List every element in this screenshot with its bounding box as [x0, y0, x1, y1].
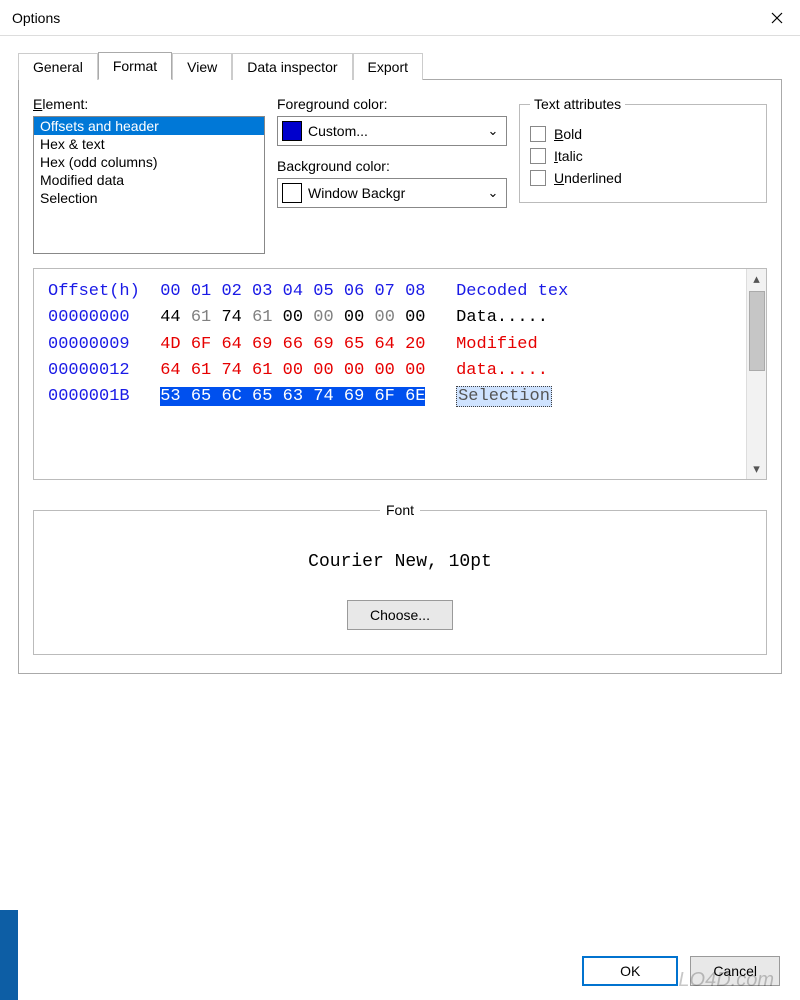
attributes-column: Text attributes Bold Italic Underlined	[519, 96, 767, 203]
checkbox-box	[530, 148, 546, 164]
element-listbox[interactable]: Offsets and header Hex & text Hex (odd c…	[33, 116, 265, 254]
scroll-down-arrow-icon[interactable]: ▾	[748, 459, 766, 479]
foreground-color-combo[interactable]: Custom... ⌄	[277, 116, 507, 146]
top-row: Element: Offsets and header Hex & text H…	[33, 96, 767, 254]
chevron-down-icon: ⌄	[484, 123, 502, 139]
font-group: Font Courier New, 10pt Choose...	[33, 502, 767, 655]
scroll-up-arrow-icon[interactable]: ▴	[748, 269, 766, 289]
tab-format[interactable]: Format	[98, 52, 172, 80]
tab-data-inspector[interactable]: Data inspector	[232, 53, 352, 80]
preview-scrollbar[interactable]: ▴ ▾	[746, 269, 766, 479]
font-sample: Courier New, 10pt	[44, 552, 756, 572]
scroll-thumb[interactable]	[749, 291, 765, 371]
close-button[interactable]	[754, 0, 800, 36]
dialog-content: General Format View Data inspector Expor…	[0, 36, 800, 674]
italic-label: Italic	[554, 148, 583, 164]
format-panel: Element: Offsets and header Hex & text H…	[18, 80, 782, 674]
tab-view[interactable]: View	[172, 53, 232, 80]
background-swatch	[282, 183, 302, 203]
choose-font-button[interactable]: Choose...	[347, 600, 453, 630]
checkbox-box	[530, 126, 546, 142]
underlined-label: Underlined	[554, 170, 622, 186]
tab-general[interactable]: General	[18, 53, 98, 80]
foreground-label: Foreground color:	[277, 96, 507, 112]
element-label: Element:	[33, 96, 265, 112]
preview-box: Offset(h) 00 01 02 03 04 05 06 07 08 Dec…	[33, 268, 767, 480]
checkbox-box	[530, 170, 546, 186]
italic-checkbox[interactable]: Italic	[530, 148, 756, 164]
tab-strip: General Format View Data inspector Expor…	[18, 50, 782, 80]
bold-label: Bold	[554, 126, 582, 142]
close-icon	[771, 12, 783, 24]
titlebar: Options	[0, 0, 800, 36]
list-item[interactable]: Selection	[34, 189, 264, 207]
dialog-buttons: OK Cancel	[582, 956, 780, 986]
list-item[interactable]: Offsets and header	[34, 117, 264, 135]
list-item[interactable]: Hex & text	[34, 135, 264, 153]
underlined-checkbox[interactable]: Underlined	[530, 170, 756, 186]
list-item[interactable]: Modified data	[34, 171, 264, 189]
foreground-swatch	[282, 121, 302, 141]
scroll-up-area[interactable]: ▴	[748, 269, 766, 371]
font-legend: Font	[380, 502, 420, 518]
foreground-value: Custom...	[308, 123, 478, 139]
hex-preview: Offset(h) 00 01 02 03 04 05 06 07 08 Dec…	[34, 269, 746, 479]
background-strip	[0, 910, 18, 1000]
tab-export[interactable]: Export	[353, 53, 423, 80]
background-label: Background color:	[277, 158, 507, 174]
ok-button[interactable]: OK	[582, 956, 678, 986]
background-value: Window Backgr	[308, 185, 478, 201]
chevron-down-icon: ⌄	[484, 185, 502, 201]
window-title: Options	[12, 10, 60, 26]
options-dialog: Options General Format View Data inspect…	[0, 0, 800, 1000]
attributes-legend: Text attributes	[530, 96, 625, 112]
text-attributes-group: Text attributes Bold Italic Underlined	[519, 96, 767, 203]
cancel-button[interactable]: Cancel	[690, 956, 780, 986]
bold-checkbox[interactable]: Bold	[530, 126, 756, 142]
colors-column: Foreground color: Custom... ⌄ Background…	[277, 96, 507, 208]
background-color-combo[interactable]: Window Backgr ⌄	[277, 178, 507, 208]
list-item[interactable]: Hex (odd columns)	[34, 153, 264, 171]
element-column: Element: Offsets and header Hex & text H…	[33, 96, 265, 254]
